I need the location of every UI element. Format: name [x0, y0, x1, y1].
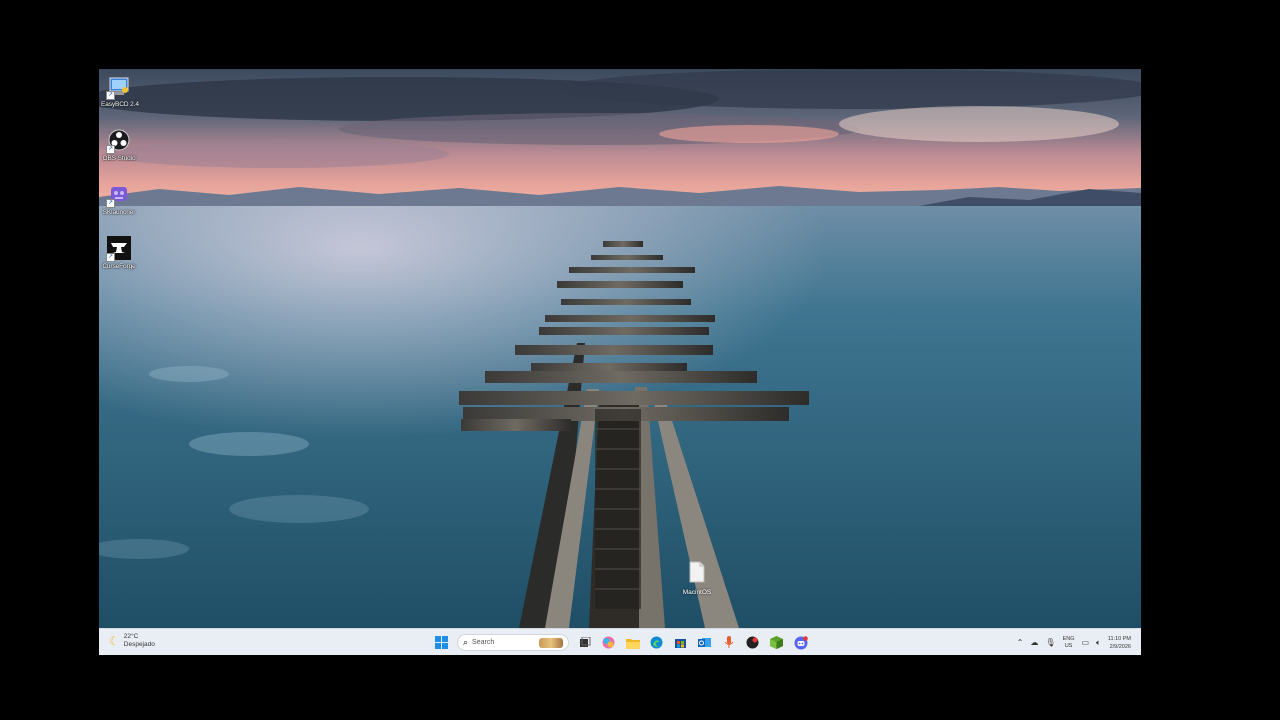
desktop-icon-label: CurseForge	[102, 263, 136, 270]
language-code: ENG	[1062, 635, 1075, 642]
onedrive-icon[interactable]: ☁	[1030, 638, 1038, 647]
shortcut-arrow-icon: ↗	[106, 253, 115, 262]
clock-time: 11:10 PM	[1107, 635, 1131, 642]
minecraft-button[interactable]	[768, 634, 785, 651]
file-explorer-icon	[625, 638, 640, 649]
discord-button[interactable]	[792, 634, 809, 651]
desktop-screen: ↗ EasyBCD 2.4 ↗ OBS Studio ↗ SKlauncher …	[99, 69, 1141, 655]
voice-access-icon	[724, 636, 733, 648]
network-icon[interactable]: ▭	[1081, 638, 1089, 647]
wallpaper-pier-lake	[99, 69, 1141, 628]
app-icon	[746, 636, 759, 649]
weather-condition: Despejado	[123, 641, 155, 648]
discord-icon	[794, 635, 808, 649]
desktop-icon-easybcd[interactable]: ↗ EasyBCD 2.4	[101, 73, 139, 108]
desktop-icon-label: SKlauncher	[102, 209, 136, 216]
desktop-icon-label: OBS Studio	[102, 155, 136, 162]
search-highlight-image	[539, 637, 563, 648]
copilot-icon	[602, 636, 615, 649]
file-icon	[689, 561, 705, 583]
store-button[interactable]	[672, 634, 689, 651]
desktop-icon-obs[interactable]: ↗ OBS Studio	[101, 127, 137, 162]
curseforge-icon: ↗	[106, 235, 132, 262]
weather-widget[interactable]: ☾ 22°C Despejado	[109, 633, 155, 649]
clock-date: 2/9/2026	[1109, 643, 1131, 650]
task-view-button[interactable]	[576, 634, 593, 651]
start-button[interactable]	[433, 634, 450, 651]
edge-button[interactable]	[648, 634, 665, 651]
taskbar-apps: ⌕ Search	[433, 632, 809, 653]
volume-icon[interactable]: 🔈︎	[1096, 638, 1101, 648]
app-button[interactable]	[744, 634, 761, 651]
search-icon: ⌕	[463, 637, 469, 647]
desktop-file-macintos[interactable]: MacintOS	[679, 561, 715, 596]
edge-icon	[650, 636, 663, 649]
file-explorer-button[interactable]	[624, 634, 641, 651]
outlook-icon	[698, 638, 711, 647]
desktop-icon-label: EasyBCD 2.4	[101, 101, 139, 108]
desktop-icon-label: MacintOS	[682, 589, 712, 596]
easybcd-icon: ↗	[106, 73, 132, 100]
copilot-button[interactable]	[600, 634, 617, 651]
task-view-icon	[579, 636, 590, 647]
shortcut-arrow-icon: ↗	[106, 145, 115, 154]
chevron-up-icon[interactable]: ⌃	[1017, 638, 1024, 647]
voice-access-button[interactable]	[720, 634, 737, 651]
minecraft-icon	[770, 636, 783, 649]
desktop-icon-sklauncher[interactable]: ↗ SKlauncher	[101, 181, 137, 216]
shortcut-arrow-icon: ↗	[106, 199, 115, 208]
clock[interactable]: 11:10 PM 2/9/2026	[1108, 635, 1131, 651]
weather-temp: 22°C	[123, 633, 139, 640]
store-icon	[675, 639, 686, 648]
language-region: US	[1064, 642, 1073, 649]
sklauncher-icon: ↗	[106, 181, 132, 208]
start-icon	[435, 636, 448, 649]
outlook-button[interactable]	[696, 634, 713, 651]
moon-icon: ☾	[109, 634, 120, 648]
microphone-icon[interactable]: 🎙︎	[1045, 638, 1055, 647]
language-indicator[interactable]: ENG US	[1063, 636, 1075, 650]
shortcut-arrow-icon: ↗	[106, 91, 115, 100]
system-tray: ⌃ ☁ 🎙︎ ENG US ▭ 🔈︎ 11:10 PM 2/9/2026	[1017, 632, 1131, 653]
taskbar: ☾ 22°C Despejado ⌕ Search ⌃ ☁ 🎙︎ ENG US …	[99, 628, 1141, 655]
obs-icon: ↗	[106, 127, 132, 154]
search-placeholder: Search	[472, 639, 495, 646]
taskbar-search[interactable]: ⌕ Search	[457, 634, 569, 651]
desktop-icon-curseforge[interactable]: ↗ CurseForge	[101, 235, 137, 270]
